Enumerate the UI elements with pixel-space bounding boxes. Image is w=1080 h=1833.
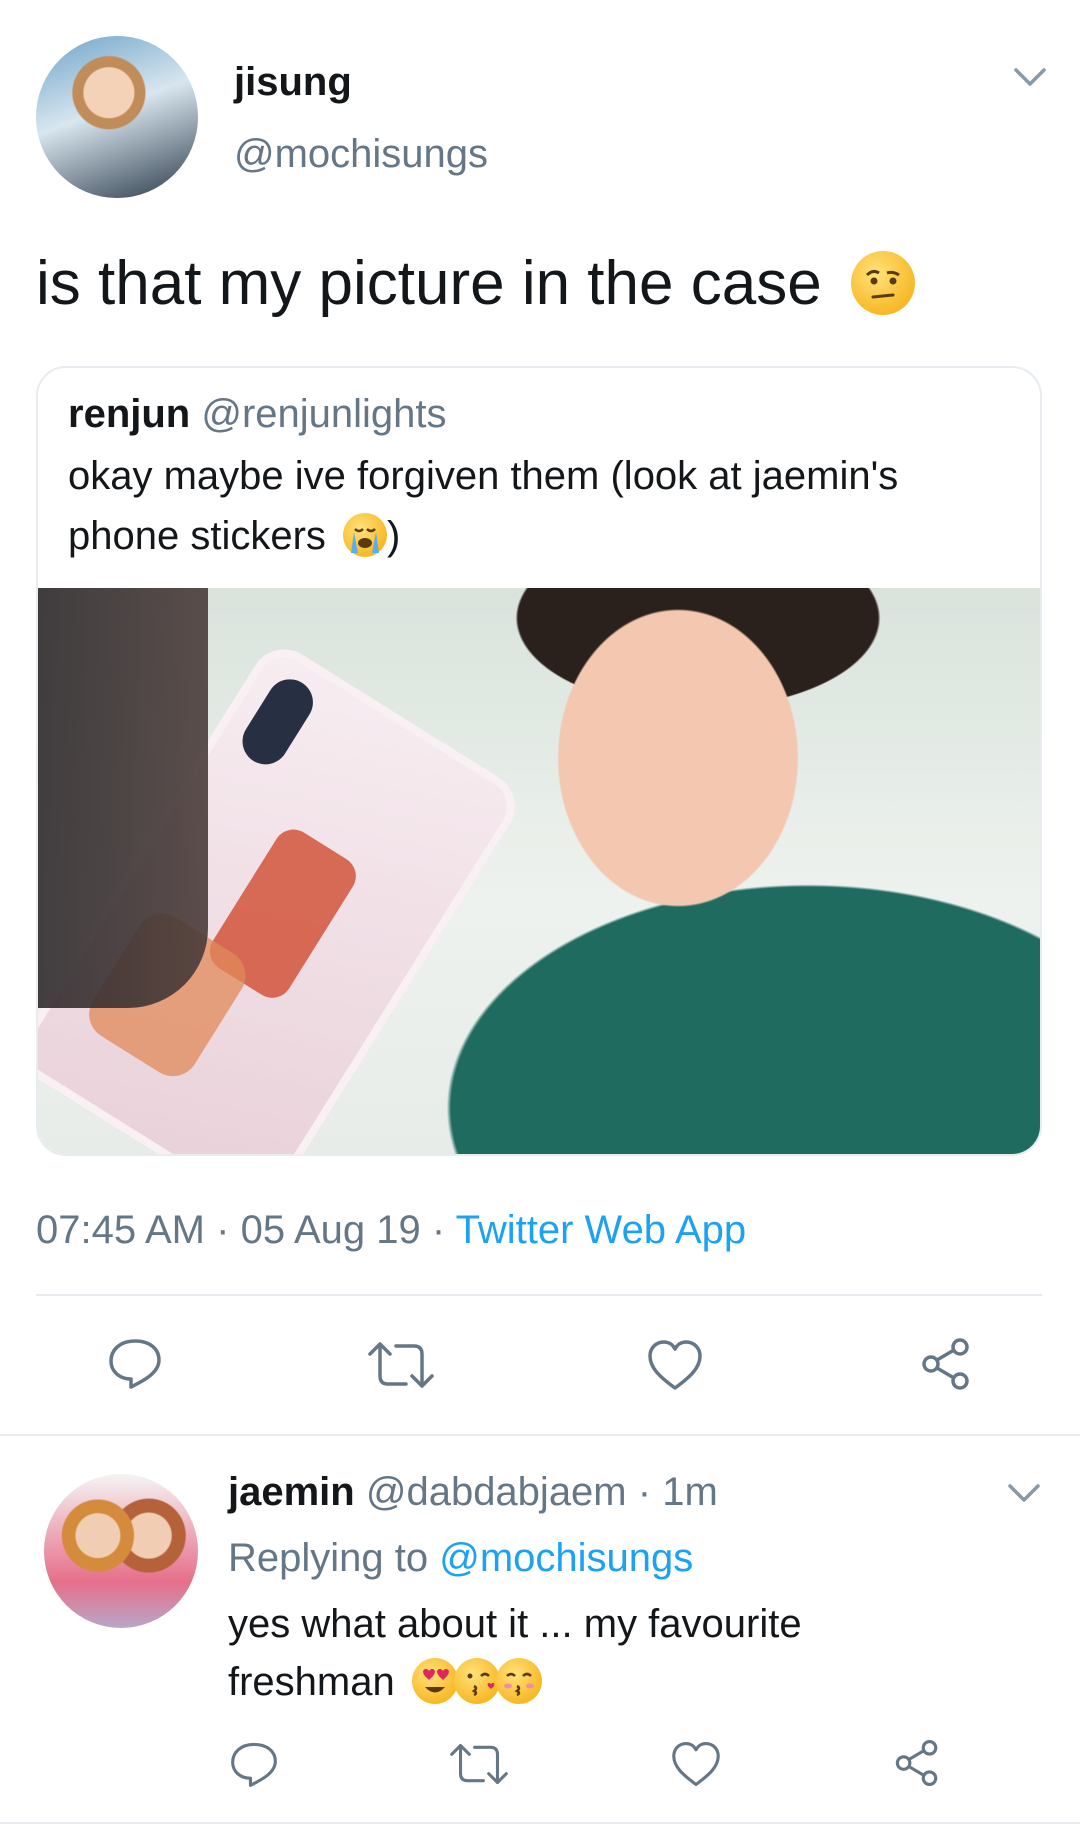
- replying-to: Replying to @mochisungs: [228, 1532, 693, 1584]
- tweet-meta: 07:45 AM · 05 Aug 19 · Twitter Web App: [36, 1206, 746, 1254]
- quoted-handle: @renjunlights: [201, 392, 447, 436]
- retweet-icon[interactable]: [448, 1742, 510, 1786]
- reply-icon[interactable]: [228, 1740, 280, 1788]
- reply-separator: ·: [637, 1470, 652, 1514]
- divider: [0, 1434, 1080, 1436]
- quoted-media-image[interactable]: [38, 588, 1040, 1154]
- crying-emoji: [343, 513, 388, 558]
- reply-handle[interactable]: @dabdabjaem: [366, 1470, 627, 1514]
- quoted-display-name: renjun: [68, 392, 191, 436]
- divider: [36, 1294, 1042, 1296]
- author-avatar[interactable]: [36, 36, 198, 198]
- quoted-tweet-card[interactable]: renjun @renjunlights okay maybe ive forg…: [36, 366, 1042, 1156]
- replying-to-handle[interactable]: @mochisungs: [439, 1536, 693, 1580]
- reply-header: jaemin @dabdabjaem · 1m: [228, 1466, 718, 1518]
- tweet-date: 05 Aug 19: [240, 1208, 421, 1252]
- replying-to-label: Replying to: [228, 1536, 429, 1580]
- meta-separator: ·: [216, 1208, 230, 1252]
- author-handle[interactable]: @mochisungs: [234, 130, 488, 178]
- author-display-name[interactable]: jisung: [234, 58, 352, 106]
- reply-text-line2-row: freshman: [228, 1656, 542, 1708]
- heart-eyes-emoji: [411, 1658, 458, 1705]
- raised-eyebrow-emoji: [850, 250, 915, 315]
- reply-icon[interactable]: [106, 1336, 164, 1390]
- phone-camera: [233, 670, 322, 774]
- left-person-shadow: [38, 588, 208, 1008]
- like-icon[interactable]: [670, 1740, 722, 1788]
- reply-text-line1: yes what about it ... my favourite: [228, 1602, 802, 1646]
- like-icon[interactable]: [646, 1338, 704, 1392]
- reply-author-avatar[interactable]: [44, 1474, 198, 1628]
- quoted-tweet-header: renjun @renjunlights: [68, 390, 447, 438]
- tweet-source-link[interactable]: Twitter Web App: [456, 1208, 747, 1252]
- quoted-text-suffix: ): [387, 514, 401, 558]
- meta-separator: ·: [431, 1208, 446, 1252]
- kissing-heart-emoji: [453, 1658, 500, 1705]
- tweet-time: 07:45 AM: [36, 1208, 206, 1252]
- quoted-text-line1: okay maybe ive forgiven them (look at ja…: [68, 454, 899, 498]
- reply-time: 1m: [662, 1470, 718, 1514]
- reply-text-line2: freshman: [228, 1660, 395, 1704]
- share-icon[interactable]: [892, 1738, 942, 1788]
- quoted-text-line2: phone stickers ): [68, 510, 400, 562]
- retweet-icon[interactable]: [366, 1340, 436, 1390]
- chevron-down-icon[interactable]: [1006, 1482, 1042, 1506]
- quoted-text-prefix: phone stickers: [68, 514, 326, 558]
- divider: [0, 1822, 1080, 1824]
- tweet-text-row: is that my picture in the case: [36, 248, 915, 320]
- tweet-text: is that my picture in the case: [36, 249, 822, 318]
- kissing-closed-eyes-emoji: [495, 1658, 542, 1705]
- reply-display-name[interactable]: jaemin: [228, 1470, 355, 1514]
- share-icon[interactable]: [918, 1336, 974, 1392]
- chevron-down-icon[interactable]: [1012, 66, 1048, 90]
